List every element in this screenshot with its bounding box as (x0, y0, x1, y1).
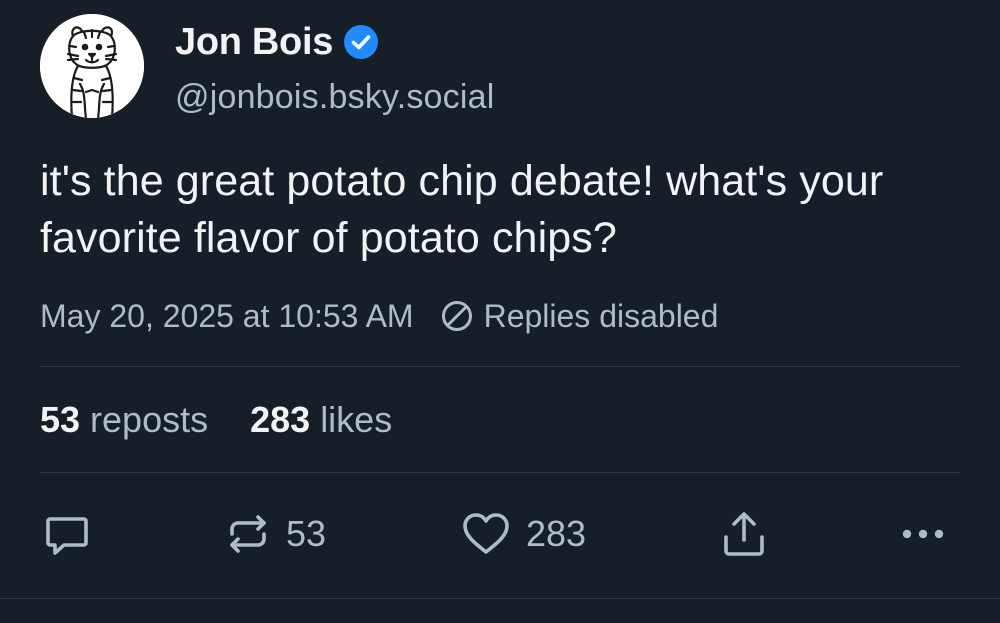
like-button[interactable]: 283 (460, 506, 586, 562)
share-icon (724, 512, 764, 556)
author-handle[interactable]: @jonbois.bsky.social (175, 78, 494, 117)
reposts-label: reposts (90, 399, 209, 440)
more-options-button[interactable] (898, 506, 948, 562)
repost-button[interactable]: 53 (224, 506, 326, 562)
engagement-stats: 53 reposts 283 likes (40, 398, 392, 442)
repost-icon (230, 515, 266, 553)
reposts-stat[interactable]: 53 reposts (40, 399, 208, 441)
heart-icon (463, 513, 509, 554)
post-timestamp: May 20, 2025 at 10:53 AM (40, 297, 414, 334)
replies-disabled-label: Replies disabled (483, 297, 719, 334)
more-dots-icon (902, 529, 944, 539)
avatar[interactable] (40, 14, 144, 118)
reposts-count: 53 (40, 399, 81, 440)
repost-count: 53 (286, 513, 327, 554)
hobbes-avatar-drawing (40, 14, 144, 118)
post-thread-view: Jon Bois @jonbois.bsky.social it's the g… (0, 0, 1000, 623)
replies-disabled-icon (441, 301, 472, 331)
share-button[interactable] (720, 506, 768, 562)
post-header: Jon Bois @jonbois.bsky.social (40, 14, 494, 118)
author-display-name[interactable]: Jon Bois (175, 21, 333, 64)
post-meta: May 20, 2025 at 10:53 AM Replies disable… (40, 296, 718, 336)
divider-top (40, 366, 960, 367)
display-name-row: Jon Bois (175, 20, 494, 64)
reply-bubble-icon (46, 517, 88, 555)
reply-button[interactable] (42, 506, 92, 562)
likes-label: likes (320, 399, 393, 440)
likes-stat[interactable]: 283 likes (250, 399, 392, 441)
likes-count: 283 (250, 399, 311, 440)
post-body-text: it's the great potato chip debate! what'… (40, 157, 884, 262)
verified-check-icon[interactable] (343, 24, 379, 60)
author-names: Jon Bois @jonbois.bsky.social (175, 20, 494, 117)
divider-middle (40, 472, 960, 473)
post-actions-bar: 53 283 (0, 506, 1000, 562)
like-count: 283 (526, 513, 587, 554)
divider-bottom (0, 598, 1000, 599)
